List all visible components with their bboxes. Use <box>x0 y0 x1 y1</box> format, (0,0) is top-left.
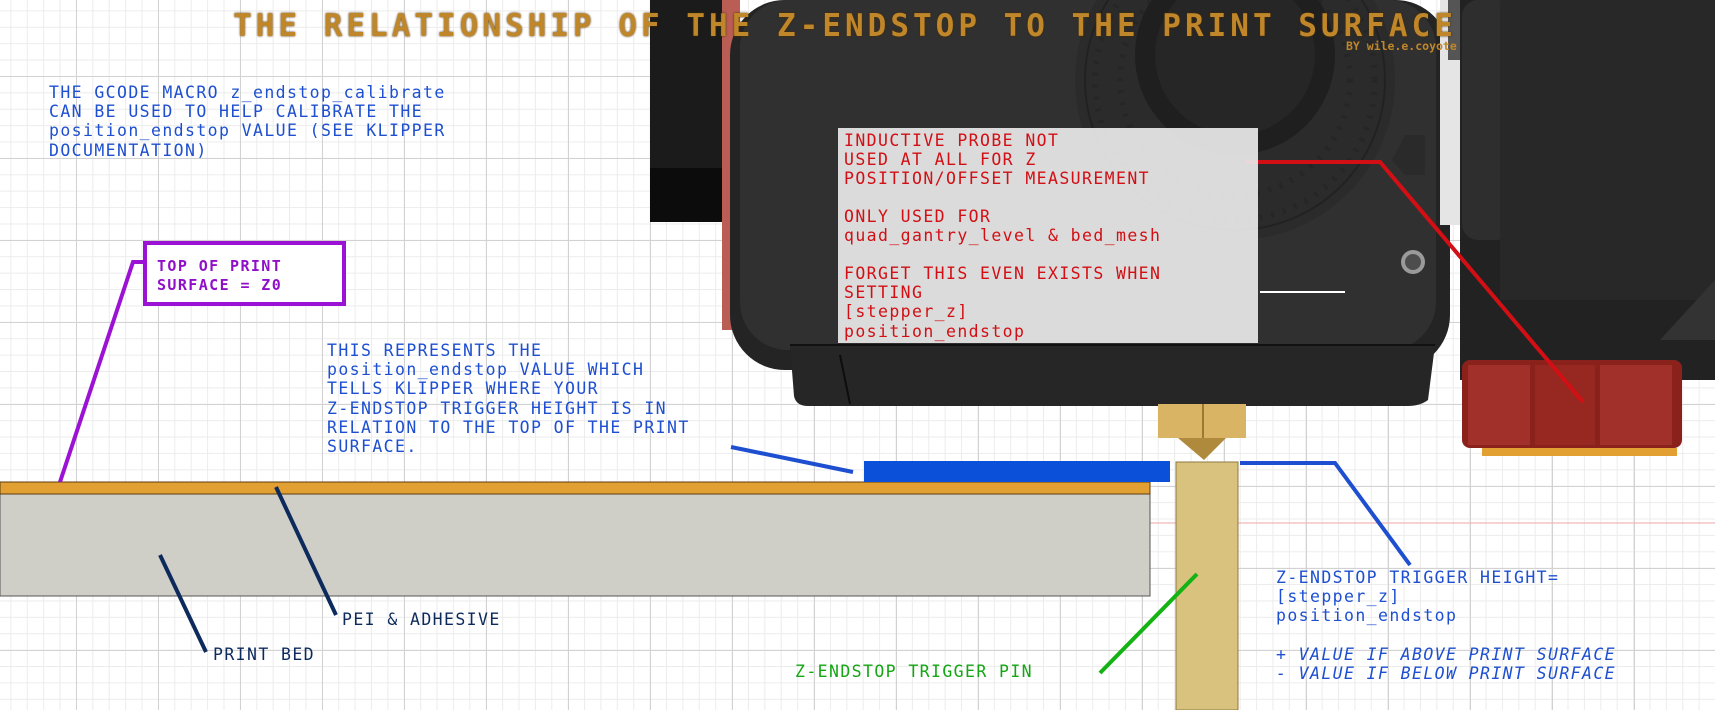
z0-line-2: SURFACE = Z0 <box>157 276 283 294</box>
position-note-line-6: SURFACE. <box>327 437 418 457</box>
probe-note-p3: FORGET THIS EVEN EXISTS WHEN SETTING [st… <box>844 264 1162 341</box>
pei-label: PEI & ADHESIVE <box>342 610 501 629</box>
z0-line-1: TOP OF PRINT <box>157 257 283 275</box>
trigger-note-line-3: position_endstop <box>1276 606 1458 626</box>
macro-note-text: DOCUMENTATION) <box>49 140 208 160</box>
probe-note-p2: ONLY USED FOR quad_gantry_level & bed_me… <box>844 207 1162 246</box>
trigger-note-minus: - VALUE IF BELOW PRINT SURFACE <box>1276 664 1617 684</box>
z0-callout-box: TOP OF PRINT SURFACE = Z0 <box>143 241 346 306</box>
macro-note-line: position_endstop VALUE (SEE KLIPPER <box>49 121 446 140</box>
position-note-line-5: RELATION TO THE TOP OF THE PRINT <box>327 417 690 437</box>
position-note-line-4: Z-ENDSTOP TRIGGER HEIGHT IS IN <box>327 398 668 418</box>
position-note-line-2: position_endstop VALUE WHICH <box>327 360 645 380</box>
trigger-height-leader-line <box>1240 461 1412 567</box>
macro-note-text: THE GCODE MACRO <box>49 83 231 102</box>
macro-calibrate-note: THE GCODE MACRO z_endstop_calibrate CAN B… <box>49 83 446 160</box>
diagram-canvas: THE RELATIONSHIP OF THE Z-ENDSTOP TO THE… <box>0 0 1715 710</box>
z0-leader-line <box>58 260 143 483</box>
position-endstop-note: THIS REPRESENTS THE position_endstop VAL… <box>327 341 690 456</box>
pei-sheet <box>0 481 1151 495</box>
macro-note-line: DOCUMENTATION) <box>49 141 446 160</box>
print-bed-label: PRINT BED <box>213 645 316 664</box>
trigger-note-line-1: Z-ENDSTOP TRIGGER HEIGHT= <box>1276 568 1560 587</box>
trigger-pin-label: Z-ENDSTOP TRIGGER PIN <box>795 662 1034 681</box>
trigger-note-plus: + VALUE IF ABOVE PRINT SURFACE <box>1276 645 1617 664</box>
trigger-height-note: Z-ENDSTOP TRIGGER HEIGHT= [stepper_z] po… <box>1276 568 1559 626</box>
diagram-title: THE RELATIONSHIP OF THE Z-ENDSTOP TO THE… <box>233 8 1457 44</box>
macro-note-text: CAN BE USED TO HELP CALIBRATE THE <box>49 102 424 122</box>
macro-note-code: position_endstop <box>49 121 231 141</box>
position-note-line-1: THIS REPRESENTS THE <box>327 341 543 360</box>
macro-note-text: VALUE (SEE KLIPPER <box>230 121 446 141</box>
trigger-sign-note: + VALUE IF ABOVE PRINT SURFACE - VALUE I… <box>1276 645 1616 683</box>
macro-note-code: z_endstop_calibrate <box>230 83 446 102</box>
z0-callout-text: TOP OF PRINT SURFACE = Z0 <box>157 257 282 295</box>
trigger-note-line-2: [stepper_z] <box>1276 587 1401 607</box>
position-note-line-3: TELLS KLIPPER WHERE YOUR <box>327 379 600 399</box>
position-endstop-band <box>864 461 1170 482</box>
position-leader-line <box>730 445 854 474</box>
probe-note-p1: INDUCTIVE PROBE NOT USED AT ALL FOR Z PO… <box>844 131 1151 189</box>
author-byline: BY wile.e.coyote <box>1346 39 1457 53</box>
macro-note-line: CAN BE USED TO HELP CALIBRATE THE <box>49 102 446 121</box>
macro-note-line: THE GCODE MACRO z_endstop_calibrate <box>49 83 446 102</box>
